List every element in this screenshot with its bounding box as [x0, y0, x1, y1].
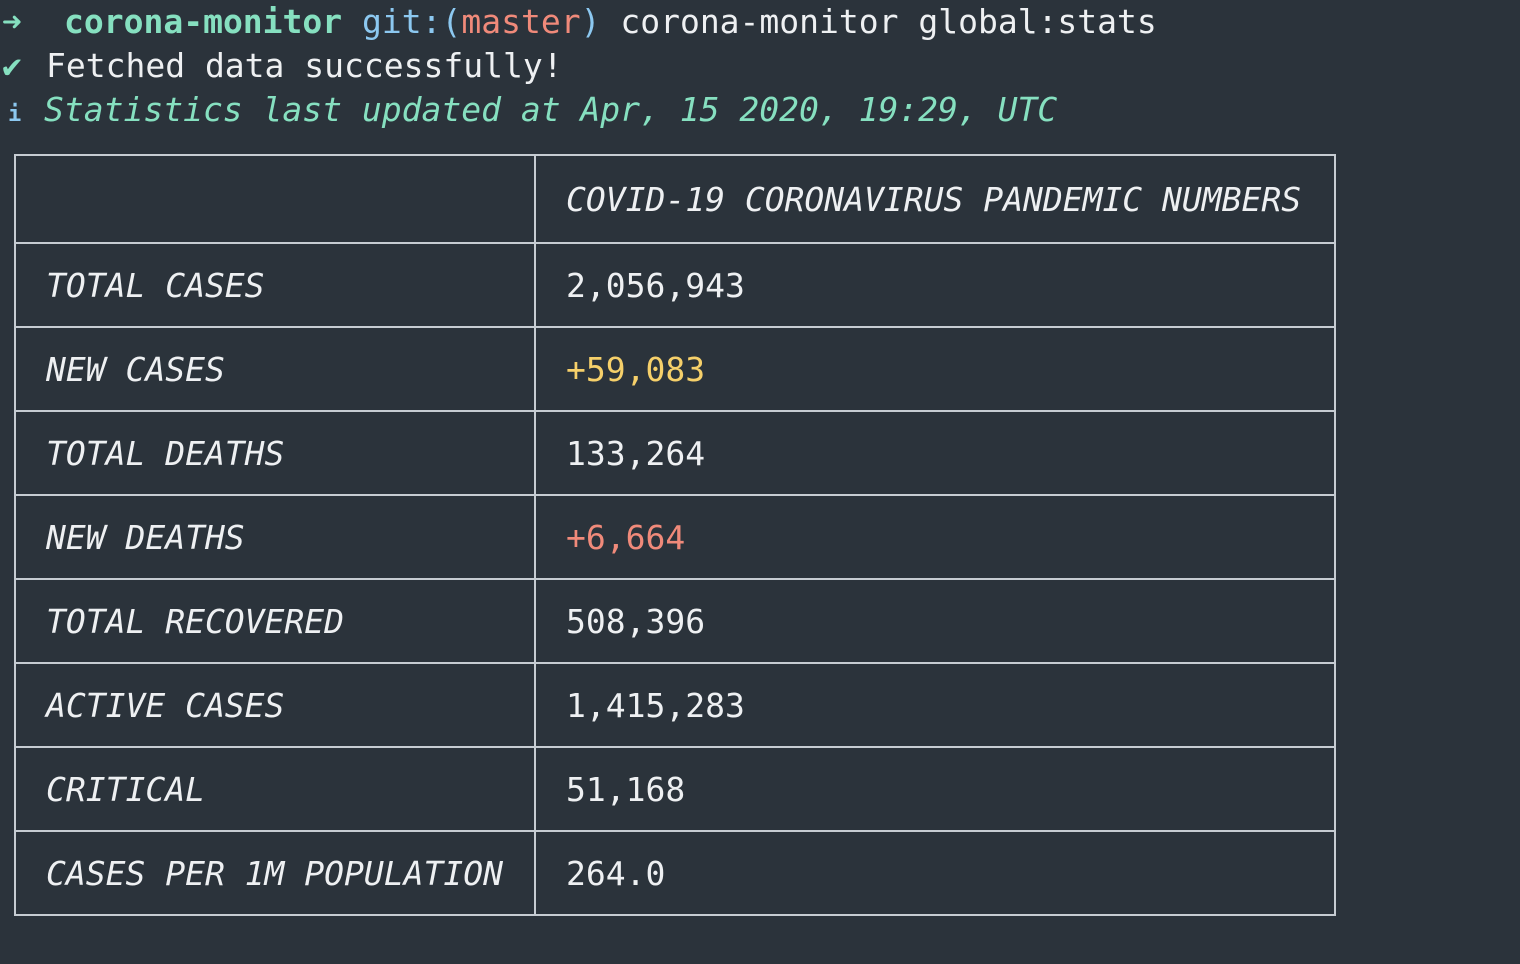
row-label: CASES PER 1M POPULATION [13, 830, 537, 916]
table-row: TOTAL DEATHS 133,264 [13, 410, 1336, 496]
table-row: CASES PER 1M POPULATION 264.0 [13, 830, 1336, 916]
row-label: TOTAL CASES [13, 242, 537, 328]
row-value: 508,396 [534, 578, 1336, 664]
success-message-line: ✔ Fetched data successfully! [0, 44, 563, 88]
header-empty-cell [13, 154, 537, 244]
row-value: 2,056,943 [534, 242, 1336, 328]
info-message-line: i Statistics last updated at Apr, 15 2020… [0, 88, 1057, 132]
row-value: 133,264 [534, 410, 1336, 496]
table-row: NEW DEATHS +6,664 [13, 494, 1336, 580]
info-message: Statistics last updated at Apr, 15 2020,… [44, 90, 1058, 129]
row-value: 1,415,283 [534, 662, 1336, 748]
info-icon: i [8, 102, 22, 127]
row-label: CRITICAL [13, 746, 537, 832]
table-header: COVID-19 CORONAVIRUS PANDEMIC NUMBERS [534, 154, 1336, 244]
row-label: TOTAL RECOVERED [13, 578, 537, 664]
command-prompt-line: ➜ corona-monitor git:(master) corona-moni… [0, 0, 1157, 44]
checkmark-icon: ✔ [2, 46, 22, 85]
row-value: 264.0 [534, 830, 1336, 916]
prompt-directory: corona-monitor [64, 2, 343, 41]
table-row: TOTAL RECOVERED 508,396 [13, 578, 1336, 664]
table-header-row: COVID-19 CORONAVIRUS PANDEMIC NUMBERS [13, 154, 1336, 244]
table-row: NEW CASES +59,083 [13, 326, 1336, 412]
git-suffix: ) [580, 2, 601, 41]
table-row: CRITICAL 51,168 [13, 746, 1336, 832]
row-value: 51,168 [534, 746, 1336, 832]
command-text: corona-monitor global:stats [620, 2, 1157, 41]
table-row: ACTIVE CASES 1,415,283 [13, 662, 1336, 748]
git-prefix: git:( [362, 2, 462, 41]
row-label: NEW CASES [13, 326, 537, 412]
git-branch: master [461, 2, 581, 41]
table-row: TOTAL CASES 2,056,943 [13, 242, 1336, 328]
row-value: +6,664 [534, 494, 1336, 580]
row-label: NEW DEATHS [13, 494, 537, 580]
row-label: ACTIVE CASES [13, 662, 537, 748]
row-value: +59,083 [534, 326, 1336, 412]
prompt-arrow-icon: ➜ [2, 2, 22, 41]
stats-table: COVID-19 CORONAVIRUS PANDEMIC NUMBERS TO… [13, 154, 1336, 916]
success-message: Fetched data successfully! [46, 46, 563, 85]
row-label: TOTAL DEATHS [13, 410, 537, 496]
